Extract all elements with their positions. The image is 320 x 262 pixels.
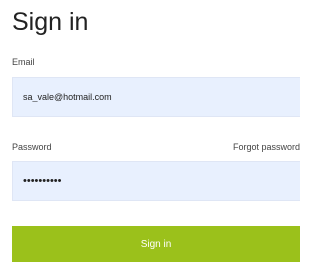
page-title: Sign in	[12, 8, 89, 36]
forgot-password-link[interactable]: Forgot password	[233, 141, 300, 153]
email-label: Email	[12, 57, 35, 67]
password-field[interactable]	[12, 161, 300, 201]
email-field[interactable]	[12, 77, 300, 117]
password-label: Password	[12, 142, 52, 152]
signin-button[interactable]: Sign in	[12, 226, 300, 262]
signin-form: Sign in Email Password Forgot password S…	[0, 0, 300, 262]
